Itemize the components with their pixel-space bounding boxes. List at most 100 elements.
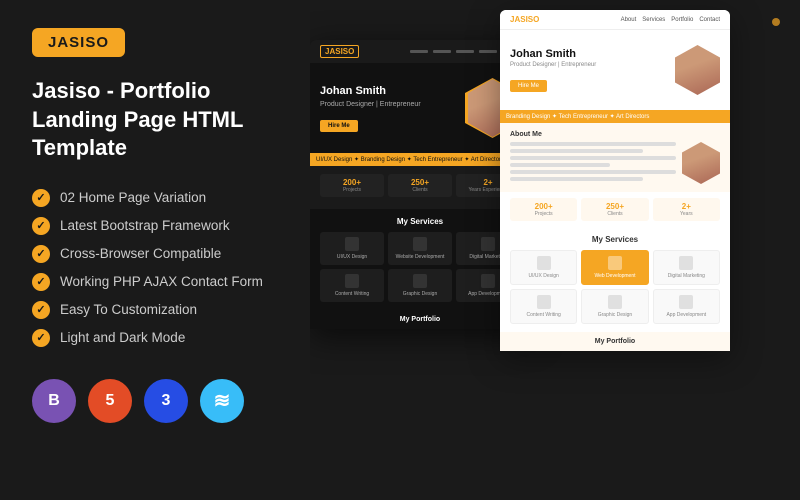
light-nav-brand: JASISO <box>510 15 539 24</box>
light-ticker: Branding Design ✦ Tech Entrepreneur ✦ Ar… <box>500 110 730 123</box>
light-nav-link: Services <box>642 17 665 23</box>
brand-badge: JASISO <box>32 28 125 57</box>
service-icon <box>481 274 495 288</box>
info-line <box>510 177 643 181</box>
html5-icon: 5 <box>88 379 132 423</box>
feature-label: Light and Dark Mode <box>60 330 185 345</box>
light-about-title: About Me <box>510 131 720 138</box>
dark-nav-line <box>456 50 474 53</box>
list-item: Light and Dark Mode <box>32 329 278 347</box>
feature-label: 02 Home Page Variation <box>60 190 206 205</box>
feature-label: Cross-Browser Compatible <box>60 246 221 261</box>
dark-hero: Johan Smith Product Designer | Entrepren… <box>310 63 530 153</box>
service-icon <box>413 237 427 251</box>
light-service-card: App Development <box>653 289 720 324</box>
service-icon <box>413 274 427 288</box>
feature-label: Working PHP AJAX Contact Form <box>60 274 263 289</box>
dark-stat-label: Clients <box>394 187 446 193</box>
dark-service-card: Graphic Design <box>388 269 452 302</box>
light-nav-link: Portfolio <box>671 17 693 23</box>
light-nav: JASISO About Services Portfolio Contact <box>500 10 730 30</box>
light-hero: Johan Smith Product Designer | Entrepren… <box>500 30 730 110</box>
dark-service-card: Website Development <box>388 232 452 265</box>
service-icon <box>679 295 693 309</box>
light-stat: 250+ Clients <box>581 198 648 221</box>
dark-portfolio-section: My Portfolio <box>310 310 530 329</box>
light-stat-num: 250+ <box>587 202 642 211</box>
light-portfolio-title: My Portfolio <box>510 338 720 345</box>
light-about-avatar-img <box>682 142 720 184</box>
info-line <box>510 149 643 153</box>
feature-label: Latest Bootstrap Framework <box>60 218 230 233</box>
light-stat-label: Years <box>659 211 714 217</box>
service-icon <box>481 237 495 251</box>
dark-hero-sub: Product Designer | Entrepreneur <box>320 101 465 108</box>
right-panel: JASISO Johan Smith Product Designer | En… <box>310 0 800 500</box>
dark-stats-row: 200+ Projects 250+ Clients 2+ Years Expe… <box>320 174 520 197</box>
check-icon <box>32 273 50 291</box>
light-hero-sub: Product Designer | Entrepreneur <box>510 62 596 68</box>
service-icon <box>345 274 359 288</box>
service-icon <box>537 295 551 309</box>
check-icon <box>32 189 50 207</box>
dark-services: My Services UI/UX Design Website Develop… <box>310 209 530 310</box>
light-about-avatar <box>682 142 720 184</box>
dark-ticker: UI/UX Design ✦ Branding Design ✦ Tech En… <box>310 153 530 166</box>
light-service-label: UI/UX Design <box>515 273 572 279</box>
light-info-lines <box>510 142 676 184</box>
dark-service-label: Content Writing <box>324 291 380 297</box>
dark-service-card: Content Writing <box>320 269 384 302</box>
dark-nav: JASISO <box>310 40 530 63</box>
service-icon <box>679 256 693 270</box>
check-icon <box>32 245 50 263</box>
light-preview: JASISO About Services Portfolio Contact … <box>500 10 730 351</box>
dark-service-label: UI/UX Design <box>324 254 380 260</box>
list-item: 02 Home Page Variation <box>32 189 278 207</box>
list-item: Cross-Browser Compatible <box>32 245 278 263</box>
light-about: About Me <box>500 123 730 192</box>
light-hero-name: Johan Smith <box>510 48 596 60</box>
light-service-label: Content Writing <box>515 312 572 318</box>
bootstrap-icon: B <box>32 379 76 423</box>
light-service-card: Graphic Design <box>581 289 648 324</box>
light-service-label: Web Development <box>586 273 643 279</box>
service-icon <box>608 295 622 309</box>
light-service-label: Digital Marketing <box>658 273 715 279</box>
light-stat: 2+ Years <box>653 198 720 221</box>
dark-about: 200+ Projects 250+ Clients 2+ Years Expe… <box>310 166 530 209</box>
preview-wrap: JASISO Johan Smith Product Designer | En… <box>310 10 790 500</box>
dark-service-label: Website Development <box>392 254 448 260</box>
dark-stat-label: Projects <box>326 187 378 193</box>
list-item: Easy To Customization <box>32 301 278 319</box>
tech-icons: B 5 3 ≋ <box>32 379 278 423</box>
left-panel: JASISO Jasiso - Portfolio Landing Page H… <box>0 0 310 500</box>
check-icon <box>32 301 50 319</box>
light-hero-text: Johan Smith Product Designer | Entrepren… <box>510 48 596 92</box>
light-nav-link: Contact <box>699 17 720 23</box>
css3-icon: 3 <box>144 379 188 423</box>
info-line <box>510 163 610 167</box>
light-service-card: Web Development <box>581 250 648 285</box>
light-service-label: App Development <box>658 312 715 318</box>
dark-services-grid: UI/UX Design Website Development Digital… <box>320 232 520 302</box>
light-service-label: Graphic Design <box>586 312 643 318</box>
dark-service-label: Graphic Design <box>392 291 448 297</box>
light-nav-links: About Services Portfolio Contact <box>621 17 720 23</box>
service-icon <box>608 256 622 270</box>
light-service-card: Content Writing <box>510 289 577 324</box>
dark-preview: JASISO Johan Smith Product Designer | En… <box>310 40 530 329</box>
light-hero-btn: Hire Me <box>510 80 547 92</box>
light-services-grid: UI/UX Design Web Development Digital Mar… <box>510 250 720 324</box>
tailwind-icon: ≋ <box>200 379 244 423</box>
dark-service-card: UI/UX Design <box>320 232 384 265</box>
light-about-info <box>510 142 720 184</box>
brand-name: JASISO <box>48 34 109 51</box>
product-title: Jasiso - Portfolio Landing Page HTML Tem… <box>32 77 278 163</box>
dark-nav-line <box>433 50 451 53</box>
dark-stat: 200+ Projects <box>320 174 384 197</box>
info-line <box>510 142 676 146</box>
light-services-title: My Services <box>510 235 720 244</box>
info-line <box>510 156 676 160</box>
dark-hero-text: Johan Smith Product Designer | Entrepren… <box>320 84 465 132</box>
dark-stat-num: 200+ <box>326 178 378 187</box>
